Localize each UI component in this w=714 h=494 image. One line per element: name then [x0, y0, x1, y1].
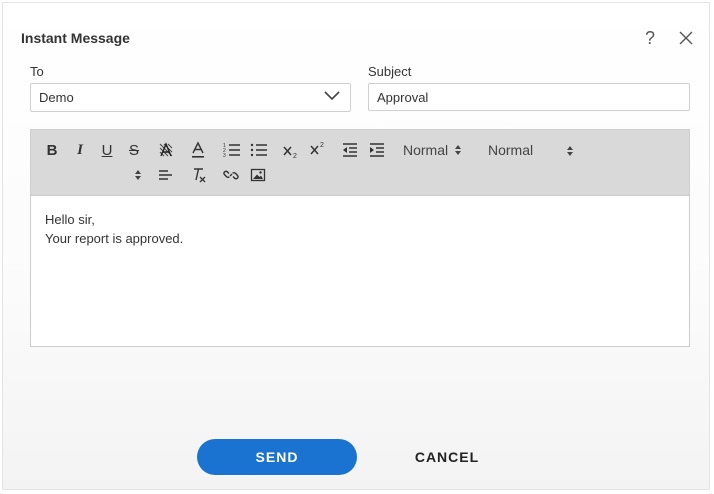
svg-text:2: 2	[320, 142, 324, 149]
message-line: Your report is approved.	[45, 231, 184, 246]
clear-format-icon	[194, 168, 206, 183]
subscript-icon: 2	[283, 146, 297, 159]
link-icon	[223, 170, 239, 180]
underline-icon: U	[101, 141, 113, 159]
editor-toolbar: B I U S 1 2 3 2 2 Normal Normal	[31, 130, 689, 196]
ordered-list-button[interactable]: 1 2 3	[221, 140, 243, 160]
message-line: Hello sir,	[45, 212, 95, 227]
updown-arrows-icon	[455, 145, 462, 155]
close-button[interactable]	[675, 27, 697, 49]
background-color-button[interactable]	[155, 140, 177, 160]
bullet-list-icon	[250, 143, 267, 157]
strikethrough-button[interactable]: S	[123, 140, 145, 160]
bullet-list-button[interactable]	[248, 140, 270, 160]
font-size-select[interactable]: Normal	[403, 142, 462, 158]
clear-format-button[interactable]	[188, 165, 210, 185]
heading-value: Normal	[488, 142, 534, 158]
italic-icon: I	[77, 141, 83, 158]
instant-message-dialog: Instant Message ? To Demo Subject B I U	[2, 2, 710, 490]
send-button[interactable]: SEND	[197, 439, 357, 475]
message-editor: B I U S 1 2 3 2 2 Normal Normal Hello si…	[30, 129, 690, 347]
dialog-title: Instant Message	[21, 30, 130, 46]
bold-icon: B	[46, 141, 58, 159]
indent-icon	[370, 143, 384, 157]
font-color-button[interactable]	[187, 140, 209, 160]
heading-select-arrows[interactable]	[559, 141, 581, 161]
align-button[interactable]	[155, 165, 177, 185]
help-icon: ?	[644, 27, 655, 48]
to-select[interactable]: Demo	[30, 83, 351, 112]
subject-label: Subject	[368, 64, 412, 79]
font-family-select[interactable]	[127, 165, 149, 185]
heading-select[interactable]: Normal	[488, 142, 533, 158]
underline-button[interactable]: U	[96, 140, 118, 160]
font-color-icon	[192, 141, 204, 158]
bold-button[interactable]: B	[41, 140, 63, 160]
close-icon	[679, 31, 693, 45]
strikethrough-icon: S	[128, 141, 139, 159]
image-button[interactable]	[247, 165, 269, 185]
chevron-down-icon	[324, 91, 340, 101]
outdent-button[interactable]	[339, 140, 361, 160]
highlight-icon	[159, 142, 173, 157]
cancel-button[interactable]: CANCEL	[387, 439, 507, 475]
svg-text:3: 3	[223, 153, 226, 158]
updown-arrows-icon	[567, 146, 573, 156]
updown-arrows-icon	[135, 170, 141, 180]
message-body[interactable]: Hello sir, Your report is approved.	[45, 210, 183, 248]
help-button[interactable]: ?	[639, 27, 661, 49]
to-label: To	[30, 64, 44, 79]
italic-button[interactable]: I	[69, 140, 91, 160]
font-size-value: Normal	[403, 142, 449, 158]
link-button[interactable]	[220, 165, 242, 185]
ordered-list-icon: 1 2 3	[223, 143, 240, 158]
subscript-button[interactable]: 2	[280, 141, 302, 161]
indent-button[interactable]	[366, 140, 388, 160]
align-left-icon	[159, 170, 172, 180]
to-selected-value: Demo	[39, 90, 74, 105]
outdent-icon	[343, 143, 357, 157]
superscript-button[interactable]: 2	[307, 139, 329, 159]
image-icon	[250, 168, 266, 182]
superscript-icon: 2	[310, 142, 324, 155]
subject-input[interactable]	[368, 83, 690, 111]
svg-text:2: 2	[293, 153, 297, 159]
